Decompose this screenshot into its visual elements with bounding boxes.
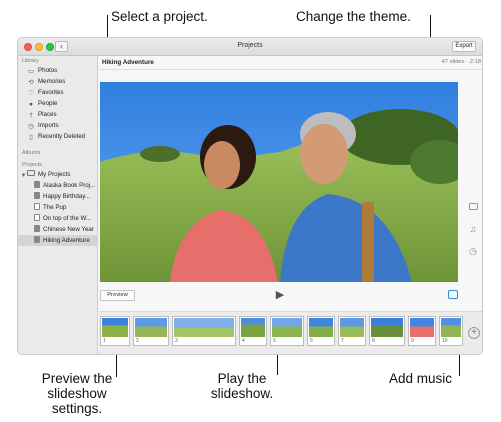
sidebar: Library ▭ Photos ⟲ Memories ♡ Favorites ● Pe… [18, 56, 98, 354]
calendar-icon [34, 214, 40, 221]
sidebar-item-project[interactable]: On top of the W... [18, 213, 98, 224]
slide-preview-image [100, 82, 458, 282]
callout-add-music: Add music [389, 371, 453, 386]
sidebar-item-label: People [38, 100, 58, 107]
callout-play-line1: Play the [217, 371, 267, 386]
sidebar-item-recently-deleted[interactable]: ▯ Recently Deleted [18, 131, 98, 142]
book-icon [34, 225, 40, 232]
sidebar-item-project[interactable]: Alaska Book Proj... [18, 180, 98, 191]
card-icon [34, 192, 40, 199]
export-button[interactable]: Export [452, 41, 476, 52]
sidebar-item-label: Alaska Book Proj... [43, 182, 96, 189]
trash-icon: ▯ [29, 134, 33, 141]
loop-icon[interactable] [448, 290, 458, 299]
pin-icon: † [29, 112, 33, 119]
thumb-number: 5 [273, 338, 276, 344]
sidebar-item-label: The Pup [43, 204, 67, 211]
sidebar-item-label: Happy Birthday... [43, 193, 91, 200]
clock-icon: ◷ [28, 123, 34, 130]
duration-clock-icon[interactable]: ◷ [468, 246, 478, 256]
slide-count: 47 slides · 2:18 [441, 59, 481, 65]
slide-thumbnail[interactable]: 1 [100, 316, 130, 346]
memories-icon: ⟲ [28, 79, 34, 86]
music-note-icon[interactable]: ♫ [468, 224, 478, 234]
sidebar-item-my-projects[interactable]: ▾ My Projects [18, 169, 98, 180]
sidebar-item-favorites[interactable]: ♡ Favorites [18, 87, 98, 98]
sidebar-item-label: Memories [38, 78, 66, 85]
slide-thumbnail[interactable]: 10 [439, 316, 463, 346]
sidebar-item-project[interactable]: The Pup [18, 202, 98, 213]
heart-icon: ♡ [28, 90, 34, 97]
disclosure-triangle-icon[interactable]: ▾ [21, 172, 26, 179]
book-icon [34, 181, 40, 188]
callout-change-theme: Change the theme. [296, 9, 411, 24]
callout-preview-line2: slideshow [47, 386, 107, 401]
preview-button[interactable]: Preview [100, 290, 135, 301]
sidebar-item-label: Places [38, 111, 57, 118]
thumb-number: 3 [175, 338, 178, 344]
slide-thumbnail[interactable]: 9 [408, 316, 436, 346]
callout-preview-line1: Preview the [41, 371, 113, 386]
slide-thumbnail[interactable]: 4 [239, 316, 267, 346]
callout-select-project: Select a project. [111, 9, 208, 24]
sidebar-item-imports[interactable]: ◷ Imports [18, 120, 98, 131]
sidebar-item-label: Photos [38, 67, 58, 74]
thumb-number: 1 [103, 338, 106, 344]
theme-button[interactable] [469, 203, 478, 210]
thumb-number: 10 [442, 338, 448, 344]
person-icon: ● [29, 101, 33, 108]
slide-thumbnail[interactable]: 2 [133, 316, 169, 346]
sidebar-item-label: Favorites [38, 89, 64, 96]
sidebar-item-people[interactable]: ● People [18, 98, 98, 109]
thumb-number: 9 [411, 338, 414, 344]
thumb-number: 7 [341, 338, 344, 344]
sidebar-item-label: On top of the W... [43, 215, 92, 222]
window-title: Projects [237, 42, 263, 49]
slideshow-icon [34, 236, 40, 243]
albums-section-header: Albums [22, 150, 41, 156]
filmstrip[interactable]: 1 2 3 4 5 6 7 8 9 10 + [99, 311, 482, 354]
slide-thumbnail[interactable]: 8 [369, 316, 405, 346]
project-title: Hiking Adventure [102, 59, 154, 66]
sidebar-item-label: Recently Deleted [38, 133, 86, 140]
hikers-photo [100, 82, 458, 282]
thumb-number: 8 [372, 338, 375, 344]
sidebar-item-places[interactable]: † Places [18, 109, 98, 120]
photos-icon: ▭ [27, 68, 35, 75]
slide-thumbnail[interactable]: 6 [307, 316, 335, 346]
thumb-number: 6 [310, 338, 313, 344]
callout-play-line2: slideshow. [210, 386, 274, 401]
projects-section-header: Projects [22, 162, 42, 168]
callout-preview-line3: settings. [51, 401, 103, 416]
sidebar-item-label: Hiking Adventure [43, 237, 90, 244]
title-bar: ‹ Projects Export [18, 38, 482, 56]
sidebar-item-project[interactable]: Happy Birthday... [18, 191, 98, 202]
play-button[interactable]: ▶ [274, 289, 286, 301]
callout-play: Play the slideshow. [207, 371, 277, 401]
sidebar-item-project-selected[interactable]: Hiking Adventure [18, 235, 98, 246]
thumb-number: 4 [242, 338, 245, 344]
sidebar-item-label: My Projects [38, 171, 71, 178]
add-slide-button[interactable]: + [468, 327, 480, 339]
sidebar-item-label: Chinese New Year [43, 226, 94, 233]
calendar-icon [34, 203, 40, 210]
slide-thumbnail[interactable]: 5 [270, 316, 304, 346]
header-divider [99, 69, 482, 70]
folder-icon [27, 170, 35, 176]
sidebar-item-photos[interactable]: ▭ Photos [18, 65, 98, 76]
sidebar-item-memories[interactable]: ⟲ Memories [18, 76, 98, 87]
slideshow-editor: Hiking Adventure 47 slides · 2:18 ♫ ◷ Pr… [99, 56, 482, 354]
slide-thumbnail[interactable]: 7 [338, 316, 366, 346]
sidebar-item-project[interactable]: Chinese New Year [18, 224, 98, 235]
thumb-number: 2 [136, 338, 139, 344]
slide-thumbnail[interactable]: 3 [172, 316, 236, 346]
sidebar-item-label: Imports [38, 122, 59, 129]
library-section-header: Library [22, 58, 39, 64]
photos-window: ‹ Projects Export Library ▭ Photos ⟲ Memor… [17, 37, 483, 355]
callout-preview: Preview the slideshow settings. [37, 371, 117, 416]
